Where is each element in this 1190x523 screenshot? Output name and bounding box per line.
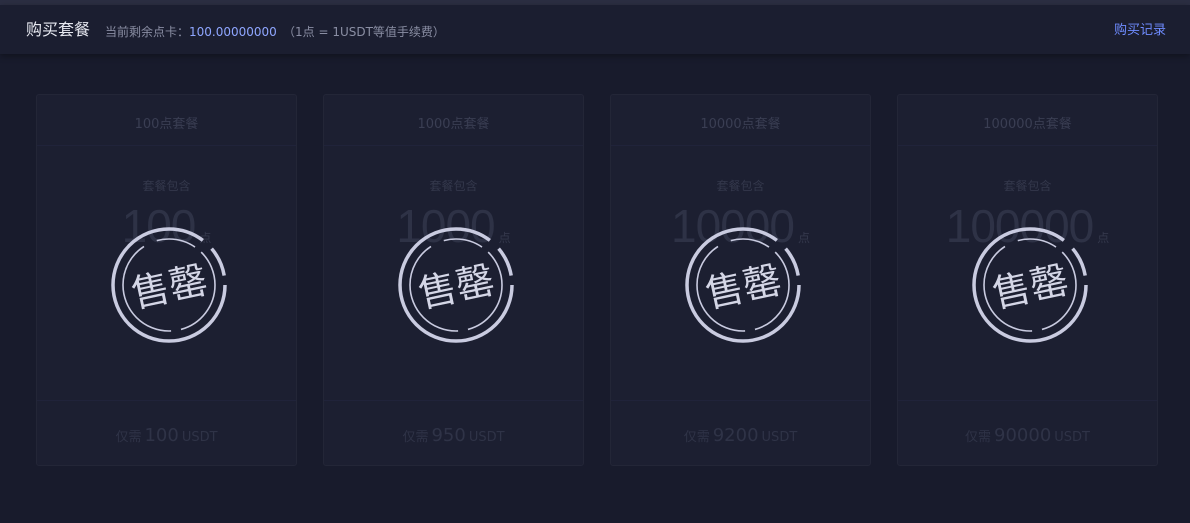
divider bbox=[37, 400, 296, 401]
divider bbox=[324, 400, 583, 401]
package-price: 9200 bbox=[712, 425, 759, 446]
stamp-text: 售罄 bbox=[415, 258, 499, 317]
price-row: 仅需 9200 USDT bbox=[611, 425, 870, 446]
package-card[interactable]: 100000点套餐 套餐包含 100000 点 仅需 90000 USDT 售罄 bbox=[897, 94, 1158, 466]
price-row: 仅需 100 USDT bbox=[37, 425, 296, 446]
price-row: 仅需 90000 USDT bbox=[898, 425, 1157, 446]
sold-out-stamp: 售罄 bbox=[107, 223, 231, 347]
price-prefix: 仅需 bbox=[402, 430, 429, 445]
divider bbox=[37, 145, 296, 146]
package-include-label: 套餐包含 bbox=[1003, 179, 1052, 193]
divider bbox=[324, 145, 583, 146]
points-unit: 点 bbox=[1097, 231, 1110, 245]
stamp-text: 售罄 bbox=[702, 258, 786, 317]
package-include-label: 套餐包含 bbox=[716, 179, 765, 193]
package-name: 100000点套餐 bbox=[983, 117, 1072, 132]
price-currency: USDT bbox=[181, 430, 218, 445]
package-price: 100 bbox=[144, 425, 179, 446]
stamp-text: 售罄 bbox=[989, 258, 1073, 317]
divider bbox=[611, 145, 870, 146]
package-card[interactable]: 1000点套餐 套餐包含 1000 点 仅需 950 USDT 售罄 bbox=[323, 94, 584, 466]
price-currency: USDT bbox=[761, 430, 798, 445]
price-currency: USDT bbox=[1054, 430, 1090, 445]
package-name: 10000点套餐 bbox=[700, 117, 781, 132]
price-prefix: 仅需 bbox=[965, 430, 992, 445]
package-card[interactable]: 10000点套餐 套餐包含 10000 点 仅需 9200 USDT 售罄 bbox=[610, 94, 871, 466]
divider bbox=[898, 400, 1157, 401]
package-include-label: 套餐包含 bbox=[429, 179, 478, 193]
sold-out-stamp: 售罄 bbox=[681, 223, 805, 347]
package-name: 100点套餐 bbox=[134, 117, 199, 132]
package-include-label: 套餐包含 bbox=[142, 179, 191, 193]
stamp-text: 售罄 bbox=[128, 258, 212, 317]
price-prefix: 仅需 bbox=[683, 430, 710, 445]
balance-value: 100.00000000 bbox=[189, 25, 277, 39]
package-card[interactable]: 100点套餐 套餐包含 100 点 仅需 100 USDT 售罄 bbox=[36, 94, 297, 466]
price-prefix: 仅需 bbox=[115, 430, 142, 445]
rate-note: （1点 = 1USDT等值手续费） bbox=[283, 25, 445, 39]
page-title: 购买套餐 bbox=[26, 20, 91, 39]
package-price: 950 bbox=[431, 425, 466, 446]
package-name: 1000点套餐 bbox=[417, 117, 490, 132]
price-currency: USDT bbox=[468, 430, 505, 445]
sold-out-stamp: 售罄 bbox=[394, 223, 518, 347]
divider bbox=[898, 145, 1157, 146]
balance-label: 当前剩余点卡： bbox=[105, 25, 190, 39]
purchase-history-link[interactable]: 购买记录 bbox=[1114, 22, 1166, 40]
sold-out-stamp: 售罄 bbox=[968, 223, 1092, 347]
price-row: 仅需 950 USDT bbox=[324, 425, 583, 446]
divider bbox=[611, 400, 870, 401]
package-price: 90000 bbox=[994, 425, 1052, 446]
page-header: 购买套餐 当前剩余点卡： 100.00000000 （1点 = 1USDT等值手… bbox=[0, 5, 1190, 54]
